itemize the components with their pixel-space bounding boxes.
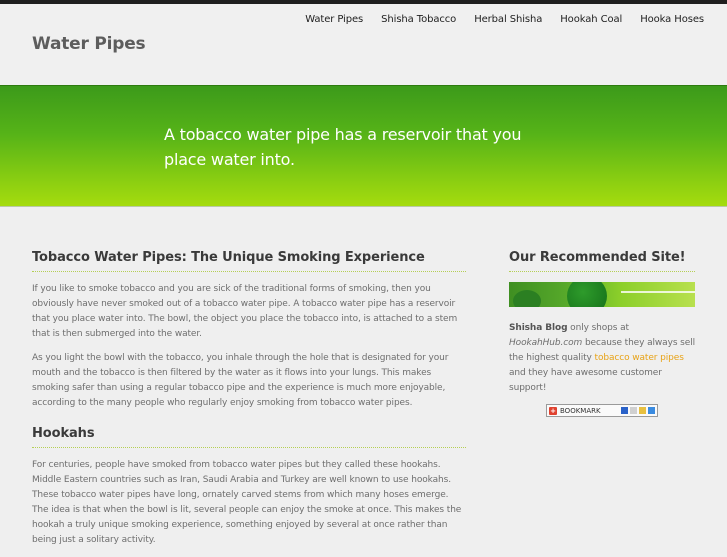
sidebar-title: Our Recommended Site! [509, 250, 695, 272]
hero-text: A tobacco water pipe has a reservoir tha… [164, 125, 522, 169]
sidebar-description: Shisha Blog only shops at HookahHub.com … [509, 321, 695, 396]
sidebar-text-c: and they have awesome customer support! [509, 368, 662, 393]
social-icon [648, 407, 655, 414]
delicious-icon [621, 407, 628, 414]
site-title[interactable]: Water Pipes [32, 34, 146, 54]
recommended-site-banner[interactable] [509, 282, 695, 307]
share-icons [621, 407, 655, 414]
leaf-shape [513, 290, 541, 307]
main-nav: Water Pipes Shisha Tobacco Herbal Shisha… [296, 10, 704, 29]
banner-stripe [621, 291, 695, 293]
nav-item-shisha-tobacco[interactable]: Shisha Tobacco [372, 10, 465, 29]
digg-icon [630, 407, 637, 414]
section-title-hookahs: Hookahs [32, 426, 466, 448]
star-icon [639, 407, 646, 414]
site-header: Water Pipes Water Pipes Shisha Tobacco H… [0, 4, 727, 85]
paragraph: As you light the bowl with the tobacco, … [32, 353, 449, 408]
main-content: Tobacco Water Pipes: The Unique Smoking … [32, 250, 466, 557]
nav-item-herbal-shisha[interactable]: Herbal Shisha [465, 10, 551, 29]
sidebar: Our Recommended Site! Shisha Blog only s… [509, 250, 695, 417]
bookmark-button[interactable]: + BOOKMARK [546, 404, 658, 417]
blog-name: Shisha Blog [509, 323, 568, 333]
bookmark-label: BOOKMARK [560, 406, 601, 415]
plus-icon: + [549, 406, 557, 415]
nav-item-hookah-coal[interactable]: Hookah Coal [551, 10, 631, 29]
sidebar-text-a: only shops at [567, 323, 629, 333]
cactus-shape [567, 282, 607, 307]
nav-item-water-pipes[interactable]: Water Pipes [296, 10, 372, 29]
paragraph: For centuries, people have smoked from t… [32, 460, 462, 545]
section-title-tobacco-water-pipes: Tobacco Water Pipes: The Unique Smoking … [32, 250, 466, 272]
nav-item-hooka-hoses[interactable]: Hooka Hoses [631, 10, 704, 29]
paragraph: If you like to smoke tobacco and you are… [32, 284, 458, 339]
hero-banner: A tobacco water pipe has a reservoir tha… [0, 85, 727, 207]
site-url: HookahHub.com [509, 338, 583, 348]
tobacco-water-pipes-link[interactable]: tobacco water pipes [595, 353, 684, 363]
